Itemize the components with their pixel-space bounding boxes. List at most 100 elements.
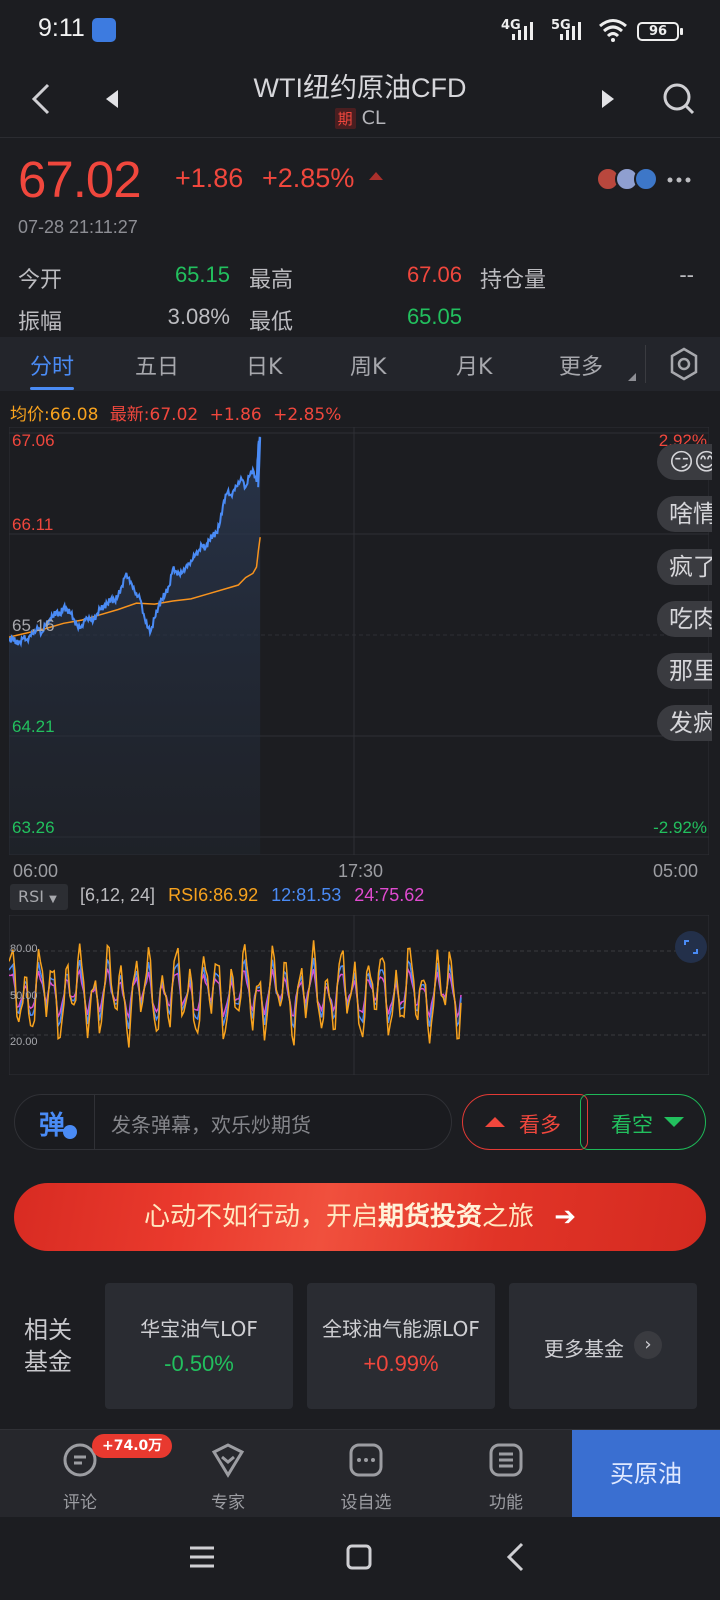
danmaku-toggle[interactable]: 弹 [15, 1095, 95, 1149]
y-tick-right-label: -2.92% [653, 818, 707, 837]
settings-icon[interactable] [669, 347, 699, 381]
x-tick-mid: 17:30 [338, 861, 384, 881]
indicator-name: RSI [18, 887, 44, 906]
quote-timestamp: 07-28 21:11:27 [18, 217, 138, 237]
status-time: 9:11 [38, 14, 85, 42]
search-icon[interactable] [662, 82, 696, 116]
stat-amplitude-value: 3.08% [167, 304, 230, 329]
tab-monthly-k[interactable]: 月K [456, 349, 492, 381]
fund-card[interactable]: 华宝油气LOF -0.50% [105, 1283, 293, 1409]
danmaku-chip[interactable]: 吃肉 [657, 601, 712, 637]
tab-more[interactable]: 更多 [559, 349, 603, 381]
fund-name: 全球油气能源LOF [322, 1317, 480, 1341]
tab-divider [645, 345, 646, 383]
price-change-pct: +2.85% [262, 163, 355, 193]
avatar[interactable] [634, 167, 658, 191]
function-label: 功能 [489, 1493, 523, 1513]
danmaku-chip[interactable]: 发疯 [657, 705, 712, 741]
related-funds-label: 相关 基金 [24, 1314, 72, 1378]
rsi12-value: 12:81.53 [271, 885, 342, 905]
rsi-level-50: 50.00 [10, 990, 38, 1002]
x-tick-end: 05:00 [653, 861, 699, 881]
chart-info-line: 均价:66.08 最新:67.02 +1.86 +2.85% [10, 400, 341, 425]
bullish-label: 看多 [519, 1113, 561, 1137]
cloud-up-icon [485, 1112, 505, 1130]
system-back-icon[interactable] [505, 1542, 525, 1572]
fund-card[interactable]: 全球油气能源LOF +0.99% [307, 1283, 495, 1409]
danmaku-input[interactable]: 弹 发条弹幕，欢乐炒期货 [14, 1094, 452, 1150]
bearish-label: 看空 [611, 1113, 653, 1137]
rsi-legend: [6,12, 24] RSI6:86.92 12:81.53 24:75.62 [80, 885, 424, 906]
home-icon[interactable] [346, 1544, 372, 1570]
tab-intraday[interactable]: 分时 [30, 349, 74, 381]
rsi24-value: 24:75.62 [354, 885, 425, 905]
instrument-subtitle: 期 CL [0, 107, 720, 129]
bearish-button[interactable]: 看空 [580, 1094, 706, 1150]
stat-oi-label: 持仓量 [480, 268, 547, 293]
chevron-right-icon: › [634, 1331, 662, 1359]
stat-high-value: 67.06 [406, 262, 462, 287]
tab-five-day[interactable]: 五日 [135, 349, 179, 381]
arrow-right-icon: ➔ [554, 1202, 577, 1232]
more-funds-label: 更多基金 [544, 1337, 624, 1361]
fund-name: 华宝油气LOF [140, 1317, 258, 1341]
rsi-chart[interactable]: 80.00 50.00 20.00 [9, 915, 709, 1075]
y-tick-label: 65.16 [12, 616, 55, 635]
latest-change: +1.86 [209, 405, 262, 425]
price-area [9, 436, 261, 855]
battery-nub [680, 28, 683, 35]
fullscreen-icon[interactable] [674, 930, 708, 964]
rsi-params: [6,12, 24] [80, 885, 156, 905]
stat-amplitude-label: 振幅 [18, 310, 63, 335]
bullish-button[interactable]: 看多 [462, 1094, 588, 1150]
intraday-chart[interactable]: 67.0666.1165.1664.2163.262.92%0.00%-2.92… [9, 427, 709, 855]
expert-button[interactable]: 专家 [178, 1430, 278, 1518]
watchlist-icon [349, 1443, 383, 1477]
danmaku-chip[interactable]: 疯了 [657, 549, 712, 585]
battery-indicator: 96 [637, 22, 679, 41]
stat-high-label: 最高 [249, 268, 294, 293]
signal-4g-icon [512, 0, 542, 60]
danmaku-chip[interactable]: 那里 [657, 653, 712, 689]
next-instrument-icon[interactable] [600, 88, 616, 110]
stat-open-value: 65.15 [174, 262, 230, 287]
add-watchlist-button[interactable]: 设自选 [316, 1430, 416, 1518]
fund-change: -0.50% [164, 1351, 234, 1376]
indicator-select[interactable]: RSI ▼ [10, 884, 68, 910]
y-tick-label: 63.26 [12, 818, 55, 837]
y-tick-label: 66.11 [12, 515, 53, 534]
chart-tabs: 分时 五日 日K 周K 月K 更多 [0, 337, 720, 391]
tab-daily-k[interactable]: 日K [246, 349, 282, 381]
menu-icon [489, 1443, 523, 1477]
last-price: 67.02 [18, 151, 142, 208]
more-options-icon[interactable] [667, 176, 691, 184]
comment-label: 评论 [63, 1493, 97, 1513]
price-change: +1.86 [175, 163, 244, 193]
x-tick-start: 06:00 [13, 861, 59, 881]
y-tick-label: 67.06 [12, 431, 55, 450]
promo-banner[interactable]: 心动不如行动，开启期货投资之旅 ➔ [14, 1183, 706, 1251]
wifi-icon [599, 19, 627, 42]
add-watchlist-label: 设自选 [340, 1493, 392, 1513]
related-funds-line1: 相关 [24, 1316, 72, 1344]
nav-header: WTI纽约原油CFD 期 CL [0, 60, 720, 138]
danmaku-chip[interactable]: 啥情况 [657, 496, 712, 532]
futures-tag: 期 [334, 108, 356, 129]
recents-icon[interactable] [188, 1545, 216, 1569]
system-nav-bar [0, 1517, 720, 1600]
rsi-level-20: 20.00 [10, 1036, 38, 1048]
active-tab-indicator [30, 387, 74, 390]
banner-text-2: 之旅 [481, 1202, 534, 1232]
status-bar: 9:11 4G 5G 96 [0, 0, 720, 60]
stat-oi-value: -- [679, 262, 694, 287]
buy-button[interactable]: 买原油 [572, 1430, 720, 1518]
function-button[interactable]: 功能 [456, 1430, 556, 1518]
banner-text-bold: 期货投资 [377, 1202, 482, 1232]
signal-5g-icon [560, 0, 590, 60]
danmaku-chip[interactable]: 😏😊 [657, 444, 712, 480]
rsi-grid [9, 915, 709, 1075]
more-funds-card[interactable]: 更多基金 › [509, 1283, 697, 1409]
stat-low-value: 65.05 [406, 304, 462, 329]
y-tick-label: 64.21 [12, 717, 55, 736]
tab-weekly-k[interactable]: 周K [350, 349, 386, 381]
